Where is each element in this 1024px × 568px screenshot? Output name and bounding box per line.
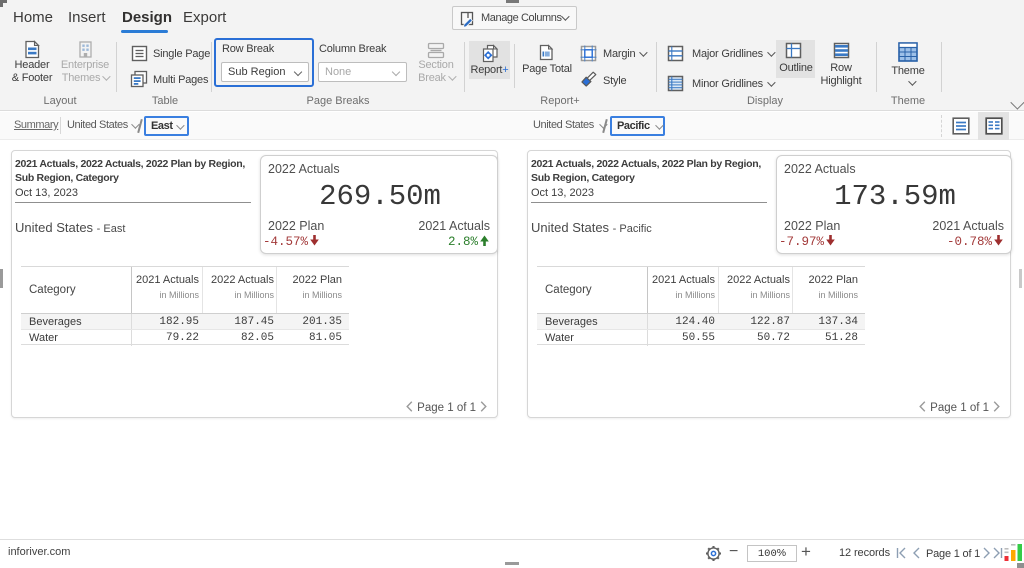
svg-text:Page 1 of 1: Page 1 of 1: [926, 548, 980, 560]
